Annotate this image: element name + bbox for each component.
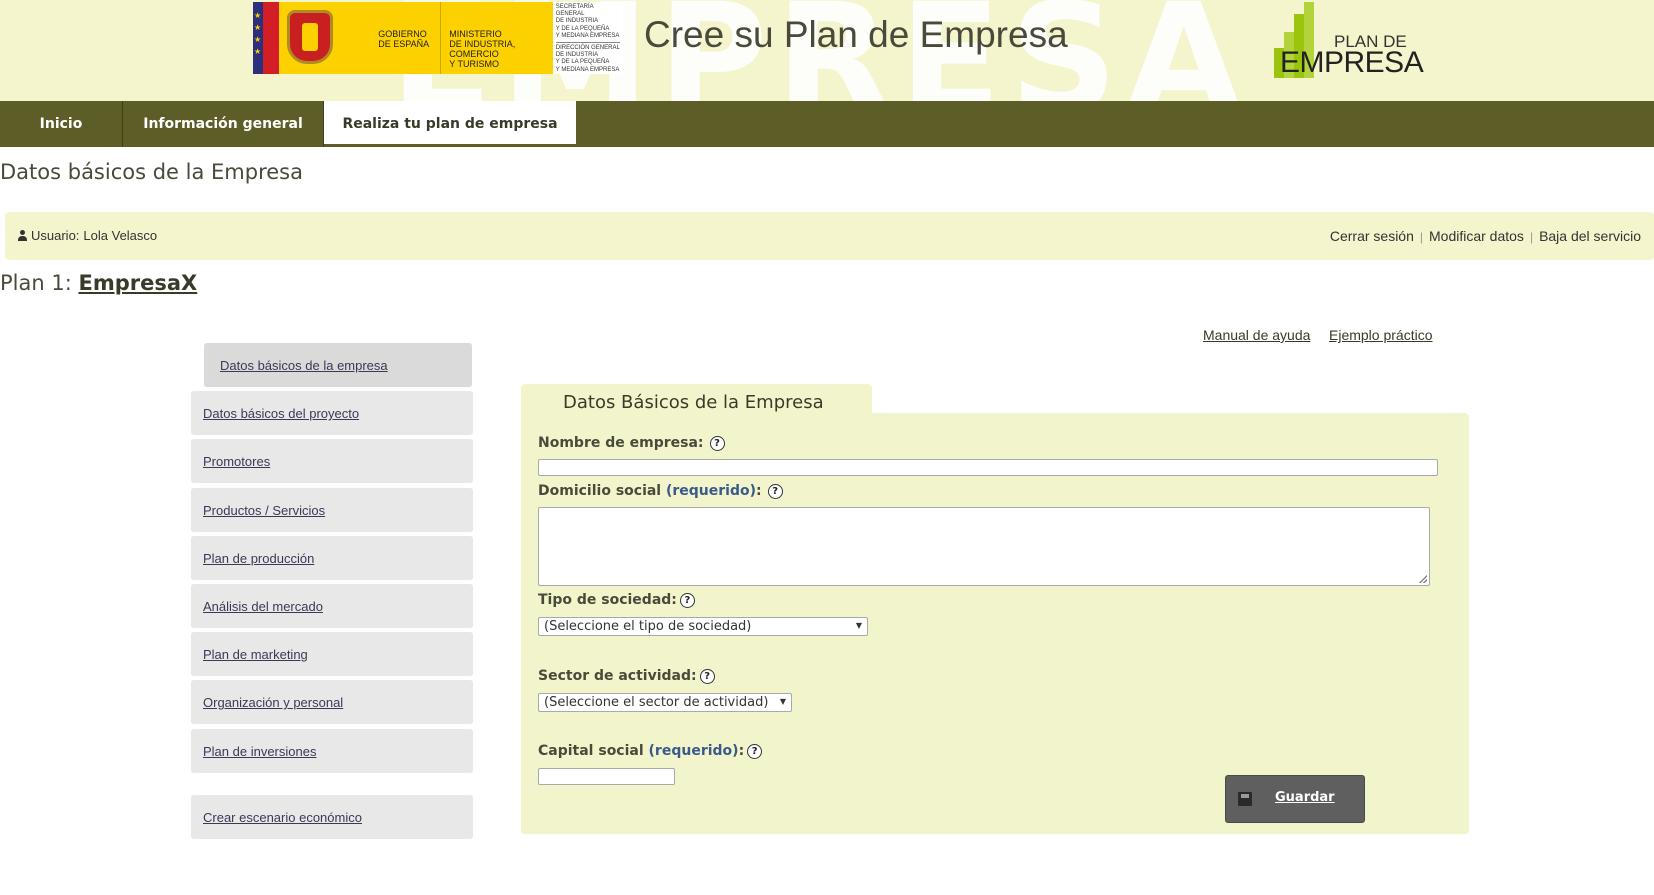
sidebar-item-productos[interactable]: Productos / Servicios bbox=[191, 488, 473, 532]
save-button[interactable]: Guardar bbox=[1226, 776, 1364, 822]
header-banner: EMPRESA ★ ★ ★ ★ GOBIERNO DE ESPAÑA MINISTER… bbox=[0, 0, 1654, 101]
sidebar-item-promotores[interactable]: Promotores bbox=[191, 439, 473, 483]
nav-inicio[interactable]: Inicio bbox=[0, 101, 123, 147]
logo-text-empresa: EMPRESA bbox=[1280, 46, 1424, 79]
capital-social-input[interactable] bbox=[538, 768, 675, 785]
nombre-empresa-input[interactable] bbox=[538, 459, 1438, 476]
site-title: Cree su Plan de Empresa bbox=[644, 14, 1068, 55]
domicilio-social-textarea[interactable] bbox=[538, 507, 1430, 586]
sidebar-item-produccion[interactable]: Plan de producción bbox=[191, 536, 473, 580]
sidebar-item-escenario[interactable]: Crear escenario económico bbox=[191, 795, 473, 839]
main-nav: Inicio Información general Realiza tu pl… bbox=[0, 101, 1654, 147]
user-info: Usuario: Lola Velasco bbox=[18, 228, 157, 243]
sidebar-item-mercado[interactable]: Análisis del mercado bbox=[191, 584, 473, 628]
capital-social-label: Capital social (requerido):? bbox=[538, 743, 763, 759]
unsubscribe-link[interactable]: Baja del servicio bbox=[1539, 228, 1641, 244]
example-link[interactable]: Ejemplo práctico bbox=[1329, 327, 1433, 343]
logout-link[interactable]: Cerrar sesión bbox=[1330, 228, 1414, 244]
help-icon[interactable]: ? bbox=[747, 744, 763, 759]
gov-text-ministerio: MINISTERIO DE INDUSTRIA, COMERCIO Y TURI… bbox=[449, 29, 516, 69]
domicilio-label: Domicilio social (requerido):? bbox=[538, 483, 783, 499]
help-icon[interactable]: ? bbox=[699, 669, 715, 684]
gov-logo-yellow-block: GOBIERNO DE ESPAÑA MINISTERIO DE INDUSTR… bbox=[279, 2, 553, 74]
plan-name-link[interactable]: EmpresaX bbox=[78, 271, 197, 295]
floppy-disk-icon bbox=[1238, 792, 1252, 806]
coat-of-arms-icon bbox=[287, 10, 334, 64]
tipo-sociedad-select[interactable]: (Seleccione el tipo de sociedad) ▼ bbox=[538, 617, 868, 636]
sidebar-item-inversiones[interactable]: Plan de inversiones bbox=[191, 729, 473, 773]
gov-logo-secretaria-block: SECRETARÍA GENERAL DE INDUSTRIA Y DE LA … bbox=[552, 2, 623, 74]
chevron-down-icon: ▼ bbox=[855, 621, 862, 630]
plan-prefix: Plan 1: bbox=[0, 271, 72, 295]
sector-actividad-select[interactable]: (Seleccione el sector de actividad) ▼ bbox=[538, 693, 792, 712]
manual-link[interactable]: Manual de ayuda bbox=[1203, 327, 1310, 343]
sidebar-item-organizacion[interactable]: Organización y personal bbox=[191, 680, 473, 724]
sidebar-item-datos-empresa[interactable]: Datos básicos de la empresa bbox=[204, 343, 472, 387]
plan-title: Plan 1: EmpresaX bbox=[0, 271, 197, 295]
tipo-sociedad-label: Tipo de sociedad:? bbox=[538, 592, 695, 608]
user-bar: Usuario: Lola Velasco Cerrar sesión | Modi… bbox=[5, 212, 1654, 260]
form-title: Datos Básicos de la Empresa bbox=[563, 392, 824, 413]
chevron-down-icon: ▼ bbox=[779, 697, 786, 706]
gov-text-gobierno: GOBIERNO DE ESPAÑA bbox=[378, 29, 430, 49]
help-icon[interactable]: ? bbox=[709, 436, 725, 451]
nav-realiza-plan[interactable]: Realiza tu plan de empresa bbox=[324, 101, 576, 147]
plan-de-empresa-logo: PLAN DE EMPRESA bbox=[1274, 0, 1424, 80]
user-prefix: Usuario: bbox=[31, 228, 80, 243]
sector-actividad-label: Sector de actividad:? bbox=[538, 668, 715, 684]
account-links: Cerrar sesión | Modificar datos | Baja del s… bbox=[1329, 228, 1641, 244]
government-logo: ★ ★ ★ ★ GOBIERNO DE ESPAÑA MINISTERIO DE IN… bbox=[253, 2, 623, 74]
sidebar-item-datos-proyecto[interactable]: Datos básicos del proyecto bbox=[191, 391, 473, 435]
save-button-label: Guardar bbox=[1275, 790, 1335, 805]
user-name: Lola Velasco bbox=[83, 228, 158, 243]
resize-grip-icon[interactable] bbox=[1419, 575, 1427, 583]
help-icon[interactable]: ? bbox=[767, 484, 783, 499]
sidebar-item-marketing[interactable]: Plan de marketing bbox=[191, 632, 473, 676]
nav-informacion-general[interactable]: Información general bbox=[123, 101, 324, 147]
modify-data-link[interactable]: Modificar datos bbox=[1429, 228, 1524, 244]
user-icon bbox=[18, 230, 27, 241]
page-title: Datos básicos de la Empresa bbox=[0, 160, 303, 184]
eu-flag-strip: ★ ★ ★ ★ bbox=[253, 2, 280, 74]
help-icon[interactable]: ? bbox=[679, 593, 695, 608]
nombre-label: Nombre de empresa:? bbox=[538, 435, 725, 451]
